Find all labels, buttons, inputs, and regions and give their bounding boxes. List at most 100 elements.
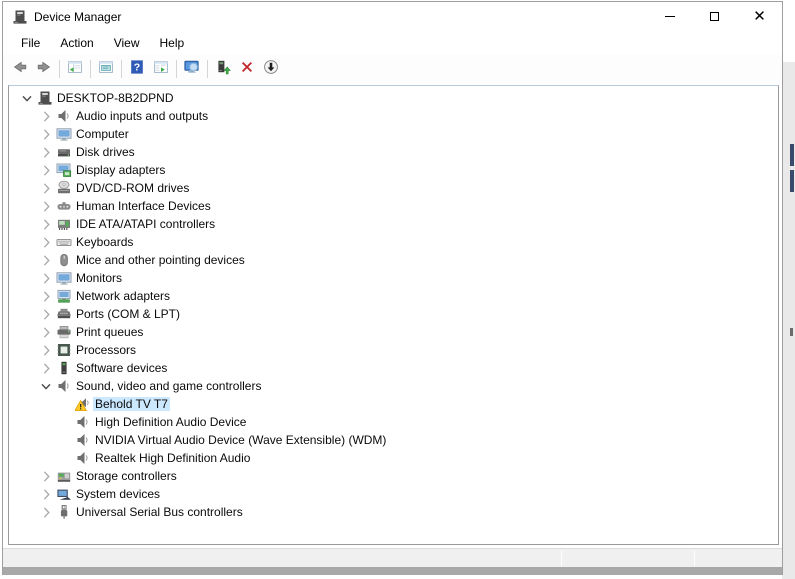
toolbar-separator	[207, 60, 208, 78]
tree-node-label[interactable]: Ports (COM & LPT)	[76, 307, 180, 321]
speaker-warning-icon	[75, 396, 91, 412]
tree-row[interactable]: IDE ATA/ATAPI controllers	[9, 215, 778, 233]
chevron-collapsed-icon[interactable]	[38, 108, 54, 124]
tree-node-label[interactable]: Computer	[76, 127, 129, 141]
title-bar[interactable]: Device Manager ✕	[3, 2, 782, 31]
tree-node-label[interactable]: Print queues	[76, 325, 143, 339]
tree-row[interactable]: Software devices	[9, 359, 778, 377]
system-device-icon	[56, 486, 72, 502]
minimize-button[interactable]	[647, 2, 692, 31]
tree-row[interactable]: Computer	[9, 125, 778, 143]
printer-icon	[56, 324, 72, 340]
tree-node-label[interactable]: System devices	[76, 487, 160, 501]
chevron-collapsed-icon[interactable]	[38, 306, 54, 322]
tree-row[interactable]: Audio inputs and outputs	[9, 107, 778, 125]
chevron-collapsed-icon[interactable]	[38, 468, 54, 484]
tree-row[interactable]: DVD/CD-ROM drives	[9, 179, 778, 197]
chevron-collapsed-icon[interactable]	[38, 162, 54, 178]
chevron-expanded-icon[interactable]	[38, 378, 54, 394]
action-list-icon	[153, 59, 169, 80]
help-button[interactable]: ?	[125, 57, 149, 81]
maximize-button[interactable]	[692, 2, 737, 31]
tree-row[interactable]: Display adapters	[9, 161, 778, 179]
toolbar: ?	[3, 54, 782, 84]
tree-node-label[interactable]: Storage controllers	[76, 469, 177, 483]
action-list-button[interactable]	[149, 57, 173, 81]
tree-row[interactable]: Mice and other pointing devices	[9, 251, 778, 269]
tree-node-label[interactable]: Sound, video and game controllers	[76, 379, 261, 393]
chevron-collapsed-icon[interactable]	[38, 324, 54, 340]
tree-row[interactable]: Human Interface Devices	[9, 197, 778, 215]
tree-node-label[interactable]: DESKTOP-8B2DPND	[57, 91, 173, 105]
chevron-collapsed-icon[interactable]	[38, 234, 54, 250]
tree-row[interactable]: DESKTOP-8B2DPND	[9, 89, 778, 107]
disable-device-button[interactable]	[259, 57, 283, 81]
menu-help[interactable]: Help	[150, 33, 195, 53]
tree-row[interactable]: Behold TV T7	[9, 395, 778, 413]
chevron-collapsed-icon[interactable]	[38, 486, 54, 502]
device-tree: DESKTOP-8B2DPND Audio inputs and outputs C…	[9, 86, 778, 521]
tree-row[interactable]: Universal Serial Bus controllers	[9, 503, 778, 521]
tree-row[interactable]: Monitors	[9, 269, 778, 287]
properties-button[interactable]	[94, 57, 118, 81]
tree-row[interactable]: Disk drives	[9, 143, 778, 161]
tree-row[interactable]: High Definition Audio Device	[9, 413, 778, 431]
screen: Device Manager ✕ FileActionViewHelp ? DE…	[0, 0, 795, 579]
tree-row[interactable]: Sound, video and game controllers	[9, 377, 778, 395]
tree-node-label[interactable]: DVD/CD-ROM drives	[76, 181, 189, 195]
tree-node-label[interactable]: Audio inputs and outputs	[76, 109, 208, 123]
tree-row[interactable]: Storage controllers	[9, 467, 778, 485]
tree-row[interactable]: Keyboards	[9, 233, 778, 251]
processor-icon	[56, 342, 72, 358]
tree-node-label[interactable]: High Definition Audio Device	[95, 415, 246, 429]
tree-node-label[interactable]: Disk drives	[76, 145, 135, 159]
menu-view[interactable]: View	[104, 33, 150, 53]
chevron-collapsed-icon[interactable]	[38, 180, 54, 196]
tree-node-label[interactable]: Software devices	[76, 361, 167, 375]
chevron-collapsed-icon[interactable]	[38, 198, 54, 214]
tree-node-label[interactable]: Monitors	[76, 271, 122, 285]
chevron-collapsed-icon[interactable]	[38, 252, 54, 268]
menu-action[interactable]: Action	[50, 33, 103, 53]
tree-row[interactable]: Realtek High Definition Audio	[9, 449, 778, 467]
chevron-collapsed-icon[interactable]	[38, 342, 54, 358]
chevron-expanded-icon[interactable]	[19, 90, 35, 106]
tree-node-label[interactable]: Human Interface Devices	[76, 199, 211, 213]
chevron-collapsed-icon[interactable]	[38, 504, 54, 520]
chevron-collapsed-icon[interactable]	[38, 126, 54, 142]
tree-node-label[interactable]: Universal Serial Bus controllers	[76, 505, 243, 519]
tree-node-label[interactable]: IDE ATA/ATAPI controllers	[76, 217, 215, 231]
chevron-collapsed-icon[interactable]	[38, 144, 54, 160]
background-artifact	[790, 144, 794, 166]
scan-hardware-icon	[184, 59, 200, 80]
console-tree-button[interactable]	[63, 57, 87, 81]
tree-node-label[interactable]: Processors	[76, 343, 136, 357]
tree-row[interactable]: Network adapters	[9, 287, 778, 305]
tree-row[interactable]: Processors	[9, 341, 778, 359]
tree-node-label[interactable]: Behold TV T7	[93, 397, 170, 411]
tree-row[interactable]: System devices	[9, 485, 778, 503]
statusbar-divider	[694, 551, 695, 566]
uninstall-device-button[interactable]	[235, 57, 259, 81]
tree-row[interactable]: Ports (COM & LPT)	[9, 305, 778, 323]
close-button[interactable]: ✕	[737, 2, 782, 31]
chevron-collapsed-icon[interactable]	[38, 360, 54, 376]
tree-row[interactable]: NVIDIA Virtual Audio Device (Wave Extens…	[9, 431, 778, 449]
tree-row[interactable]: Print queues	[9, 323, 778, 341]
device-tree-panel[interactable]: DESKTOP-8B2DPND Audio inputs and outputs C…	[8, 85, 779, 545]
tree-node-label[interactable]: Keyboards	[76, 235, 133, 249]
forward-button[interactable]	[32, 57, 56, 81]
tree-node-label[interactable]: NVIDIA Virtual Audio Device (Wave Extens…	[95, 433, 386, 447]
scan-hardware-button[interactable]	[180, 57, 204, 81]
chevron-collapsed-icon[interactable]	[38, 288, 54, 304]
window-bottom-frame[interactable]	[3, 567, 782, 575]
tree-node-label[interactable]: Network adapters	[76, 289, 170, 303]
update-driver-button[interactable]	[211, 57, 235, 81]
back-button[interactable]	[8, 57, 32, 81]
chevron-collapsed-icon[interactable]	[38, 216, 54, 232]
chevron-collapsed-icon[interactable]	[38, 270, 54, 286]
menu-file[interactable]: File	[11, 33, 50, 53]
tree-node-label[interactable]: Display adapters	[76, 163, 165, 177]
tree-node-label[interactable]: Realtek High Definition Audio	[95, 451, 250, 465]
tree-node-label[interactable]: Mice and other pointing devices	[76, 253, 245, 267]
